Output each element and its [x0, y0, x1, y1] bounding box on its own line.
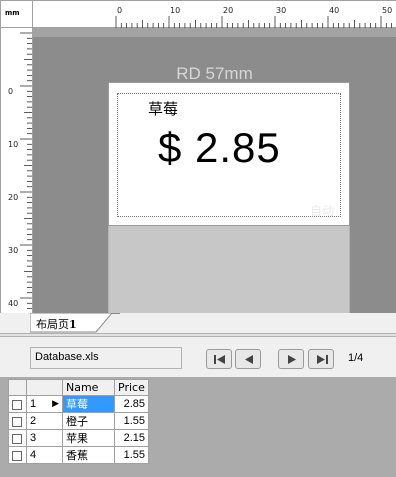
- tab-layout-number: 1: [69, 318, 77, 331]
- previous-record-button[interactable]: [235, 349, 261, 369]
- price-cell[interactable]: 1.55: [114, 412, 149, 430]
- ruler-label: 0: [8, 87, 13, 96]
- database-grid-area: Name Price 1 ▶ 草莓 2.85 2 橙子 1.55 3 苹果 2.…: [0, 377, 396, 477]
- vertical-ruler-ticks: 0 10 20 30 40: [8, 32, 32, 315]
- table-row[interactable]: 2 橙子 1.55: [8, 412, 149, 430]
- horizontal-ruler: 0 10 20 30 40 50: [33, 0, 396, 28]
- text-frame[interactable]: 草莓 $ 2.85: [117, 93, 341, 217]
- row-checkbox[interactable]: [12, 450, 22, 461]
- ruler-label: 0: [117, 6, 122, 15]
- tab-layout-label: 布局页: [36, 318, 69, 331]
- vertical-ruler: 0 10 20 30 40: [0, 28, 33, 318]
- product-name-text[interactable]: 草莓: [148, 98, 178, 119]
- name-cell[interactable]: 香蕉: [62, 446, 115, 464]
- row-checkbox[interactable]: [12, 399, 22, 410]
- table-row[interactable]: 4 香蕉 1.55: [8, 446, 149, 464]
- row-number: 2: [26, 412, 63, 430]
- row-number: 3: [26, 429, 63, 447]
- database-table: Name Price 1 ▶ 草莓 2.85 2 橙子 1.55 3 苹果 2.…: [8, 379, 149, 464]
- ruler-label: 20: [8, 193, 18, 202]
- last-record-icon: [317, 355, 328, 364]
- row-checkbox[interactable]: [12, 433, 22, 444]
- table-row[interactable]: 3 苹果 2.15: [8, 429, 149, 447]
- table-header-row: Name Price: [8, 379, 149, 396]
- ruler-unit-corner: mm: [0, 0, 33, 28]
- price-cell[interactable]: 2.15: [114, 429, 149, 447]
- tab-layout-page[interactable]: 布局页1: [30, 313, 120, 333]
- canvas-top-band: [33, 28, 396, 37]
- database-file-field[interactable]: Database.xls: [30, 347, 182, 369]
- row-checkbox[interactable]: [12, 416, 22, 427]
- header-row-number-cell: [26, 379, 63, 396]
- horizontal-ruler-ticks: 0 10 20 30 40 50: [115, 6, 392, 28]
- label-editor: mm 0 10 20 30 40 50 0 10 20 30 40 RD 57mm 草莓 $ 2.…: [0, 0, 396, 333]
- first-record-icon: [214, 355, 225, 364]
- database-panel: Database.xls 1/4 Name Price 1 ▶ 草莓 2.85 …: [0, 337, 396, 477]
- table-row[interactable]: 1 ▶ 草莓 2.85: [8, 395, 149, 413]
- row-number-cell: 1 ▶: [26, 395, 63, 413]
- next-record-icon: [288, 355, 296, 364]
- next-record-button[interactable]: [278, 349, 304, 369]
- ruler-label: 30: [8, 246, 18, 255]
- row-select-cell[interactable]: [8, 429, 27, 447]
- name-cell[interactable]: 草莓: [62, 395, 115, 413]
- last-record-button[interactable]: [308, 349, 334, 369]
- ruler-label: 10: [8, 140, 18, 149]
- price-cell[interactable]: 1.55: [114, 446, 149, 464]
- row-select-cell[interactable]: [8, 395, 27, 413]
- current-record-arrow-icon: ▶: [52, 398, 59, 408]
- name-cell[interactable]: 橙子: [62, 412, 115, 430]
- ruler-label: 20: [223, 6, 233, 15]
- ruler-label: 30: [276, 6, 286, 15]
- product-price-text[interactable]: $ 2.85: [158, 124, 281, 172]
- layout-tab-strip: 布局页1: [0, 313, 396, 333]
- row-number: 4: [26, 446, 63, 464]
- first-record-button[interactable]: [206, 349, 232, 369]
- column-header-price[interactable]: Price: [114, 379, 149, 396]
- row-number: 1: [30, 398, 37, 410]
- ruler-label: 40: [329, 6, 339, 15]
- previous-record-icon: [245, 355, 253, 364]
- media-name: RD 57mm: [176, 64, 253, 83]
- record-page-indicator: 1/4: [348, 352, 364, 364]
- ruler-label: 50: [382, 6, 392, 15]
- ruler-label: 10: [170, 6, 180, 15]
- ruler-unit-label: mm: [5, 9, 20, 17]
- price-cell[interactable]: 2.85: [114, 395, 149, 413]
- layout-canvas[interactable]: RD 57mm 草莓 $ 2.85 自动: [33, 28, 396, 333]
- row-select-cell[interactable]: [8, 412, 27, 430]
- tape-length-mode: 自动: [310, 204, 335, 218]
- ruler-label: 40: [8, 299, 18, 308]
- column-header-name[interactable]: Name: [62, 379, 115, 396]
- name-cell[interactable]: 苹果: [62, 429, 115, 447]
- header-checkbox-cell: [8, 379, 27, 396]
- row-select-cell[interactable]: [8, 446, 27, 464]
